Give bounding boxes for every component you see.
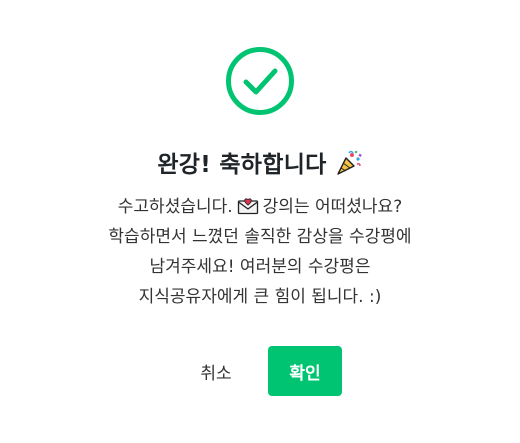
message-line-4: 지식공유자에게 큰 힘이 됩니다. :) [138, 287, 382, 307]
message-line-3: 남겨주세요! 여러분의 수강평은 [149, 257, 371, 277]
dialog-title-text: 완강! 축하합니다 [157, 152, 327, 178]
party-popper-icon [336, 150, 362, 175]
love-letter-icon [237, 198, 258, 215]
dialog-message: 수고하셨습니다. 강의는 어떠셨나요? 학습하면서 느꼈던 솔직한 감상을 수강… [0, 192, 520, 312]
dialog-title: 완강! 축하합니다 [0, 145, 520, 179]
message-line-1-end: 강의는 어떠셨나요? [262, 197, 403, 217]
check-circle-icon [226, 47, 294, 115]
message-line-1-start: 수고하셨습니다. [117, 197, 233, 217]
message-line-1: 수고하셨습니다. 강의는 어떠셨나요? [0, 192, 520, 222]
confirm-button[interactable]: 확인 [268, 346, 342, 396]
cancel-button[interactable]: 취소 [181, 346, 251, 396]
completion-dialog: 완강! 축하합니다 수고하셨습니다. 강의는 어떠셨나요? 학습하면서 느꼈던 … [0, 0, 520, 443]
message-line-2: 학습하면서 느꼈던 솔직한 감상을 수강평에 [108, 227, 412, 247]
